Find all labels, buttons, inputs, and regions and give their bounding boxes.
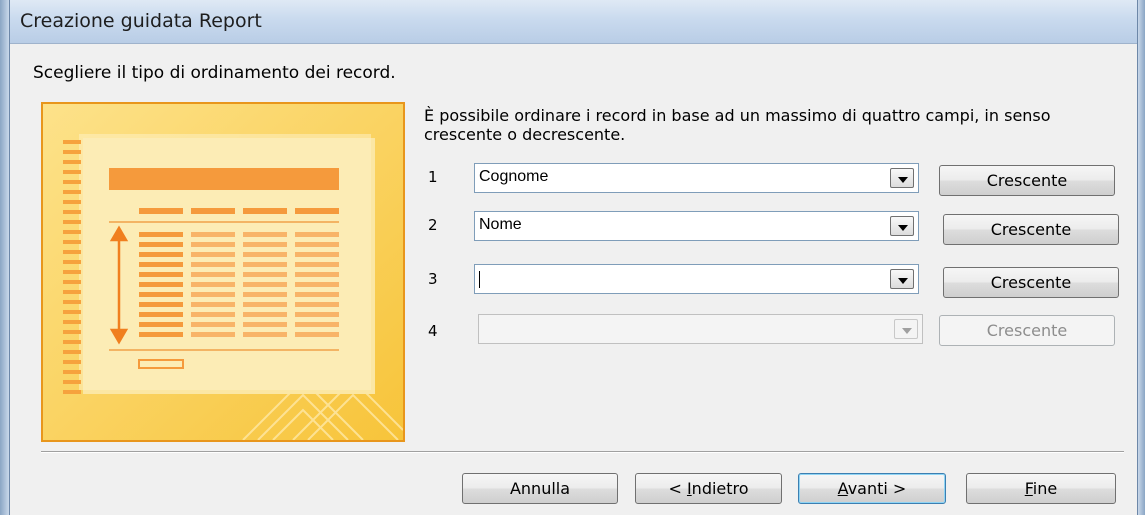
step-instruction: Scegliere il tipo di ordinamento dei rec…	[33, 63, 396, 83]
chevron-down-icon	[902, 328, 912, 334]
finish-button-accelerator: F	[1024, 479, 1033, 498]
footer-separator	[41, 451, 1124, 453]
background-window-edge-left	[0, 0, 9, 515]
back-button[interactable]: < Indietro	[635, 473, 782, 504]
next-button-accelerator: A	[837, 479, 848, 498]
header-panel: Scegliere il tipo di ordinamento dei rec…	[10, 44, 1137, 84]
chevron-down-icon	[898, 225, 908, 231]
sort-field-2-dropdown-button[interactable]	[890, 216, 914, 236]
next-button-rest: vanti >	[847, 479, 907, 498]
report-sorting-illustration	[41, 102, 405, 442]
finish-button[interactable]: Fine	[966, 473, 1116, 504]
sort-description: È possibile ordinare i record in base ad…	[424, 106, 1051, 144]
text-cursor	[479, 271, 480, 288]
back-button-prefix: <	[668, 479, 687, 498]
title-bar[interactable]: Creazione guidata Report	[10, 0, 1137, 44]
background-window-edge-right	[1138, 0, 1145, 515]
sort-field-4-dropdown-button	[894, 319, 918, 339]
report-preview-icon	[43, 104, 403, 440]
back-button-rest: ndietro	[691, 479, 749, 498]
window-title: Creazione guidata Report	[20, 10, 262, 32]
sort-field-1-value: Cognome	[479, 168, 549, 185]
chevron-down-icon	[898, 278, 908, 284]
sort-row-3-number: 3	[428, 270, 438, 288]
sort-order-3-button[interactable]: Crescente	[943, 267, 1119, 298]
sort-field-1-combo[interactable]: Cognome	[474, 163, 919, 193]
sort-field-2-value: Nome	[479, 216, 522, 233]
cancel-button[interactable]: Annulla	[462, 473, 618, 504]
sort-field-2-combo[interactable]: Nome	[474, 211, 919, 241]
sort-field-3-dropdown-button[interactable]	[890, 269, 914, 289]
chevron-down-icon	[898, 177, 908, 183]
finish-button-rest: ine	[1032, 479, 1058, 498]
sort-field-4-combo	[478, 314, 923, 344]
sort-field-1-dropdown-button[interactable]	[890, 168, 914, 188]
sort-field-3-combo[interactable]	[474, 264, 919, 294]
sort-row-4-number: 4	[428, 322, 438, 340]
sort-order-4-button: Crescente	[939, 315, 1115, 346]
report-wizard-dialog: Creazione guidata Report Scegliere il ti…	[9, 0, 1138, 515]
sort-order-2-button[interactable]: Crescente	[943, 214, 1119, 245]
sort-row-1-number: 1	[428, 168, 438, 186]
sort-row-2-number: 2	[428, 216, 438, 234]
next-button[interactable]: Avanti >	[798, 473, 946, 504]
sort-order-1-button[interactable]: Crescente	[939, 165, 1115, 196]
